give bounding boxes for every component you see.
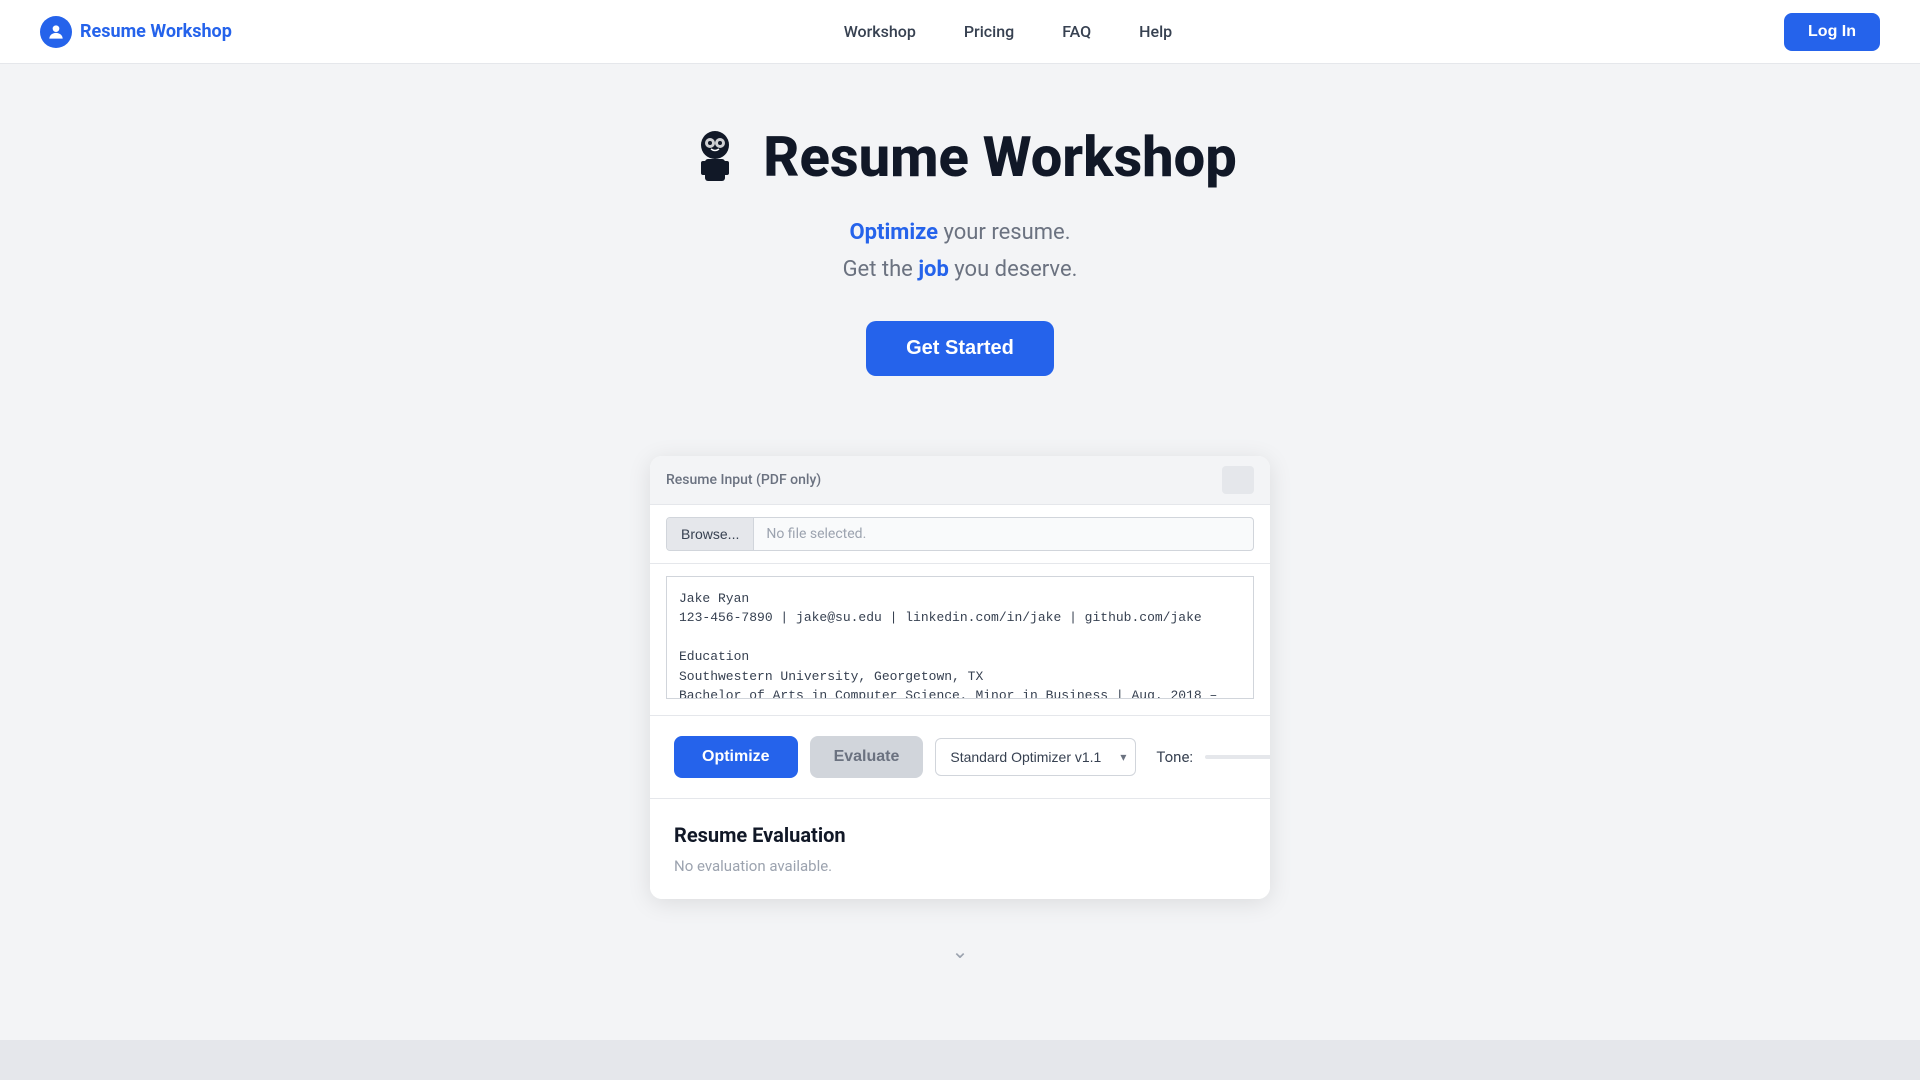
scroll-indicator: ⌄: [932, 919, 989, 983]
panel-top-label: Resume Input (PDF only): [666, 472, 821, 488]
evaluate-button[interactable]: Evaluate: [810, 736, 924, 778]
main-content: Resume Workshop Optimize your resume. Ge…: [0, 0, 1920, 983]
file-name-label: No file selected.: [754, 518, 878, 550]
job-word: job: [918, 257, 949, 282]
logo-icon: [40, 16, 72, 48]
panel-right-stub: [1222, 466, 1254, 494]
evaluation-title: Resume Evaluation: [674, 823, 1246, 847]
file-input-row: Browse... No file selected.: [650, 505, 1270, 564]
footer-strip: [0, 1040, 1920, 1080]
evaluation-empty: No evaluation available.: [674, 857, 1246, 875]
nav-faq[interactable]: FAQ: [1062, 22, 1091, 41]
brand-name: Resume Workshop: [80, 21, 232, 42]
browse-button[interactable]: Browse...: [667, 518, 754, 550]
optimize-word: Optimize: [849, 220, 938, 245]
textarea-wrapper: [650, 564, 1270, 717]
file-input-bar: Browse... No file selected.: [666, 517, 1254, 551]
nav-links: Workshop Pricing FAQ Help: [844, 22, 1172, 41]
nav-help[interactable]: Help: [1139, 22, 1172, 41]
optimizer-select[interactable]: Standard Optimizer v1.1Advanced Optimize…: [935, 738, 1136, 776]
buttons-row: Optimize Evaluate Standard Optimizer v1.…: [650, 716, 1270, 799]
panel-top-bar: Resume Input (PDF only): [650, 456, 1270, 505]
tone-label: Tone:: [1156, 748, 1193, 766]
get-started-button[interactable]: Get Started: [866, 321, 1054, 376]
hero-section: Resume Workshop Optimize your resume. Ge…: [663, 64, 1256, 456]
tone-slider[interactable]: [1205, 755, 1270, 759]
evaluation-section: Resume Evaluation No evaluation availabl…: [650, 799, 1270, 899]
hero-title: Resume Workshop: [763, 124, 1236, 190]
navbar: Resume Workshop Workshop Pricing FAQ Hel…: [0, 0, 1920, 64]
optimizer-select-wrapper: Standard Optimizer v1.1Advanced Optimize…: [935, 738, 1136, 776]
logo-link[interactable]: Resume Workshop: [40, 16, 232, 48]
workshop-panel: Resume Input (PDF only) Browse... No fil…: [650, 456, 1270, 900]
nav-workshop[interactable]: Workshop: [844, 22, 916, 41]
hero-logo-icon: [683, 125, 747, 189]
resume-textarea[interactable]: [666, 576, 1254, 700]
nav-pricing[interactable]: Pricing: [964, 22, 1014, 41]
login-button[interactable]: Log In: [1784, 13, 1880, 51]
hero-subtitle: Optimize your resume. Get the job you de…: [843, 214, 1078, 289]
hero-title-row: Resume Workshop: [683, 124, 1236, 190]
optimize-button[interactable]: Optimize: [674, 736, 798, 778]
chevron-down-icon: ⌄: [952, 939, 969, 963]
